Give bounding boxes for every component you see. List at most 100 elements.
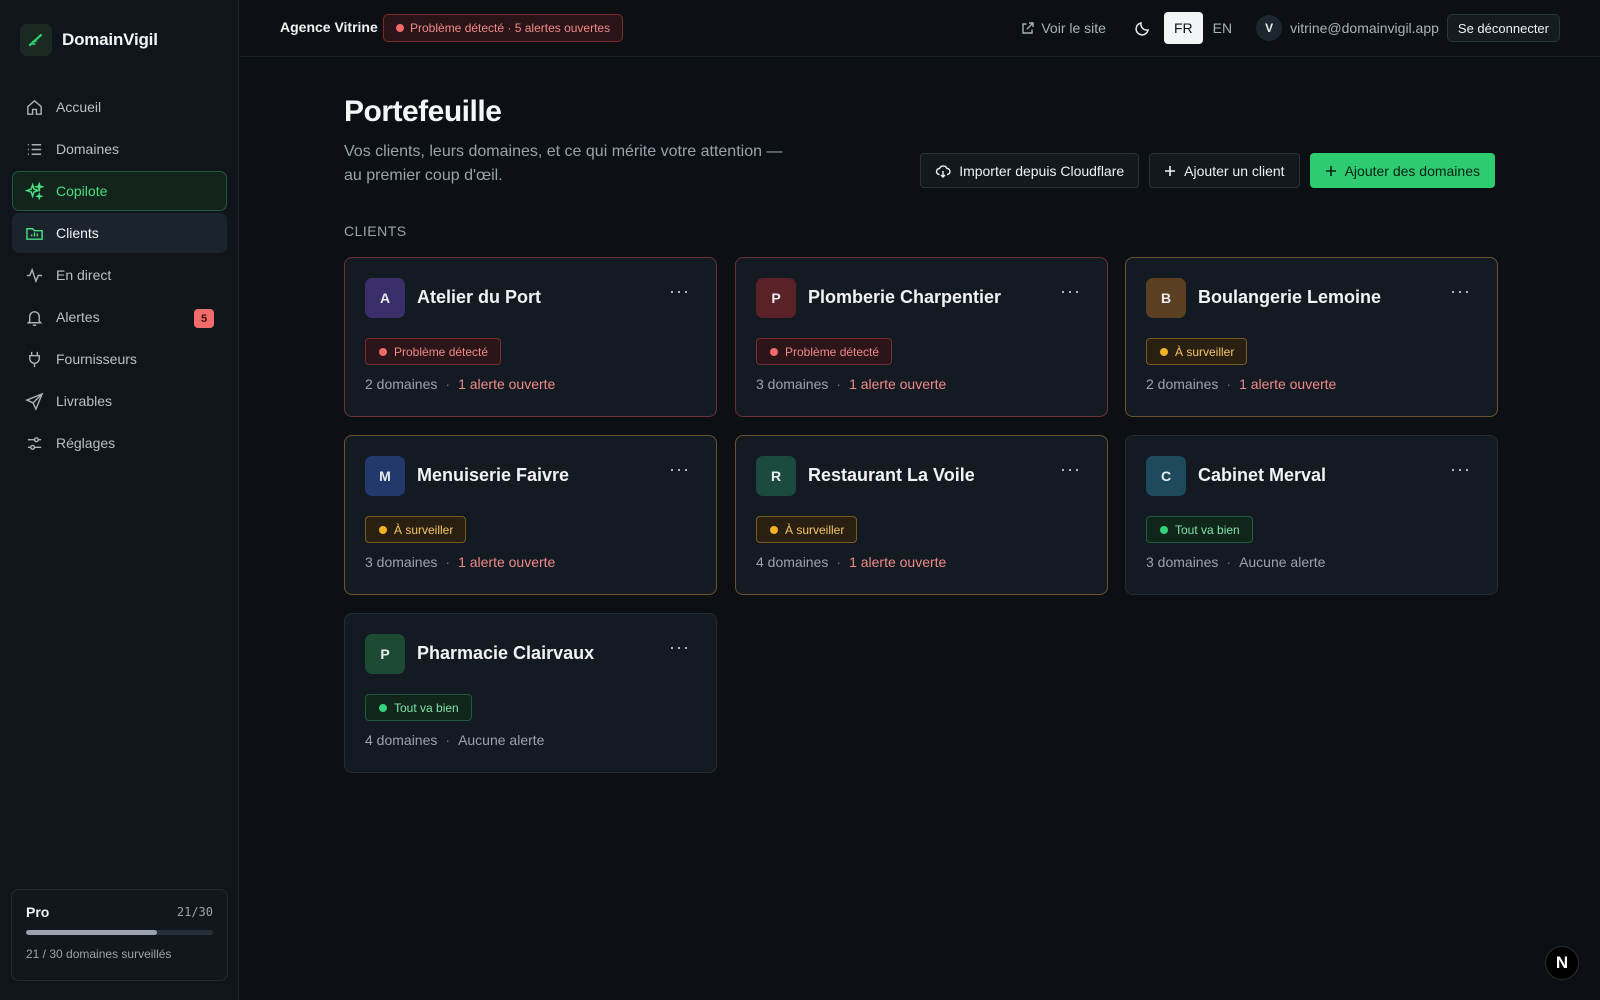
status-text: Problème détecté [785,344,880,359]
status-text: Problème détecté [394,344,489,359]
client-meta: 3 domaines · 1 alerte ouverte [365,554,555,570]
lang-en-button[interactable]: EN [1203,12,1242,44]
sparkles-icon [25,181,44,201]
sidebar: DomainVigil Accueil Domaines Copilote Cl… [0,0,239,1000]
client-name: Plomberie Charpentier [808,287,1002,307]
sidebar-item-label: Domaines [56,141,120,157]
avatar: V [1256,15,1283,41]
more-options-button[interactable]: ··· [669,281,690,302]
sidebar-item-label: En direct [56,267,112,283]
status-badge: À surveiller [756,516,858,543]
client-card-menuiserie-faivre[interactable]: M Menuiserie Faivre ··· À surveiller 3 d… [344,435,717,595]
page-actions: Importer depuis Cloudflare Ajouter un cl… [920,153,1495,188]
theme-toggle-button[interactable] [1128,13,1158,43]
meta-separator: · [836,554,842,570]
client-avatar: C [1146,456,1186,496]
more-options-button[interactable]: ··· [1060,459,1081,480]
view-site-link[interactable]: Voir le site [1021,20,1106,36]
client-card-restaurant-la-voile[interactable]: R Restaurant La Voile ··· À surveiller 4… [735,435,1108,595]
bell-icon [26,310,43,326]
sidebar-item-alertes[interactable]: Alertes 5 [12,297,227,337]
activity-icon [26,267,43,283]
client-avatar: P [365,634,405,674]
sidebar-item-clients[interactable]: Clients [12,213,227,253]
user-menu[interactable]: V vitrine@domainvigil.app [1256,15,1439,41]
domains-count: 2 domaines [1146,376,1219,392]
domains-count: 3 domaines [756,376,829,392]
sidebar-item-label: Accueil [56,99,102,115]
status-badge: Problème détecté [365,338,502,365]
client-avatar: R [756,456,796,496]
client-name: Atelier du Port [417,287,542,307]
more-options-button[interactable]: ··· [669,637,690,658]
import-label: Importer depuis Cloudflare [959,162,1125,179]
user-email: vitrine@domainvigil.app [1290,20,1439,36]
status-dot [379,526,387,534]
client-avatar: B [1146,278,1186,318]
status-text: Tout va bien [394,700,459,715]
sidebar-nav: Accueil Domaines Copilote Clients En dir… [12,87,227,465]
sidebar-item-accueil[interactable]: Accueil [12,87,227,127]
page-subtitle: Vos clients, leurs domaines, et ce qui m… [344,143,783,184]
import-cloudflare-button[interactable]: Importer depuis Cloudflare [920,153,1140,188]
agency-name[interactable]: Agence Vitrine [280,19,378,35]
cloud-download-icon [936,164,951,178]
status-dot [770,526,778,534]
plan-count: 21/30 [176,905,213,919]
view-site-label: Voir le site [1041,20,1106,36]
alerts-count: 1 alerte ouverte [458,376,556,392]
client-meta: 3 domaines · Aucune alerte [1146,554,1325,570]
client-card-cabinet-merval[interactable]: C Cabinet Merval ··· Tout va bien 3 doma… [1125,435,1498,595]
add-domains-label: Ajouter des domaines [1344,162,1480,179]
client-card-boulangerie-lemoine[interactable]: B Boulangerie Lemoine ··· À surveiller 2… [1125,257,1498,417]
logout-button[interactable]: Se déconnecter [1446,14,1560,42]
sidebar-item-label: Réglages [56,435,116,451]
status-dot [770,348,778,356]
global-status-badge[interactable]: Problème détecté · 5 alertes ouvertes [383,14,624,42]
status-badge: Tout va bien [1146,516,1253,543]
plus-icon [1165,165,1176,176]
domains-count: 2 domaines [365,376,438,392]
more-options-button[interactable]: ··· [1060,281,1081,302]
dev-tools-badge[interactable]: N [1545,946,1579,980]
lang-fr-button[interactable]: FR [1163,12,1203,44]
domains-count: 3 domaines [1146,554,1219,570]
brand[interactable]: DomainVigil [20,24,158,56]
sidebar-item-livrables[interactable]: Livrables [12,381,227,421]
sidebar-item-reglages[interactable]: Réglages [12,423,227,463]
meta-separator: · [1226,376,1232,392]
alerts-count: Aucune alerte [458,732,545,748]
status-dot [1160,348,1168,356]
sidebar-item-fournisseurs[interactable]: Fournisseurs [12,339,227,379]
plan-name: Pro [26,904,50,920]
status-dot [396,24,404,32]
sidebar-item-copilote[interactable]: Copilote [12,171,227,211]
list-icon [27,143,42,155]
add-client-button[interactable]: Ajouter un client [1149,153,1300,188]
client-card-plomberie-charpentier[interactable]: P Plomberie Charpentier ··· Problème dét… [735,257,1108,417]
section-label-clients: CLIENTS [344,223,407,239]
client-avatar: M [365,456,405,496]
sidebar-item-domaines[interactable]: Domaines [12,129,227,169]
meta-separator: · [1226,554,1232,570]
sidebar-item-en-direct[interactable]: En direct [12,255,227,295]
client-meta: 3 domaines · 1 alerte ouverte [756,376,946,392]
plan-progress-bar [26,930,213,935]
client-card-pharmacie-clairvaux[interactable]: P Pharmacie Clairvaux ··· Tout va bien 4… [344,613,717,773]
client-name: Cabinet Merval [1198,465,1327,485]
client-card-atelier-du-port[interactable]: A Atelier du Port ··· Problème détecté 2… [344,257,717,417]
app-name: DomainVigil [62,30,158,49]
status-dot [379,348,387,356]
add-domains-button[interactable]: Ajouter des domaines [1309,153,1495,188]
plus-icon [1325,165,1336,176]
sliders-icon [27,436,42,450]
plan-usage-card[interactable]: Pro 21/30 21 / 30 domaines surveillés [11,889,228,981]
status-badge: À surveiller [1146,338,1248,365]
more-options-button[interactable]: ··· [1450,281,1471,302]
more-options-button[interactable]: ··· [669,459,690,480]
client-avatar: A [365,278,405,318]
alerts-count-badge: 5 [194,309,214,328]
external-link-icon [1022,22,1035,34]
status-text: À surveiller [1175,344,1235,359]
more-options-button[interactable]: ··· [1450,459,1471,480]
